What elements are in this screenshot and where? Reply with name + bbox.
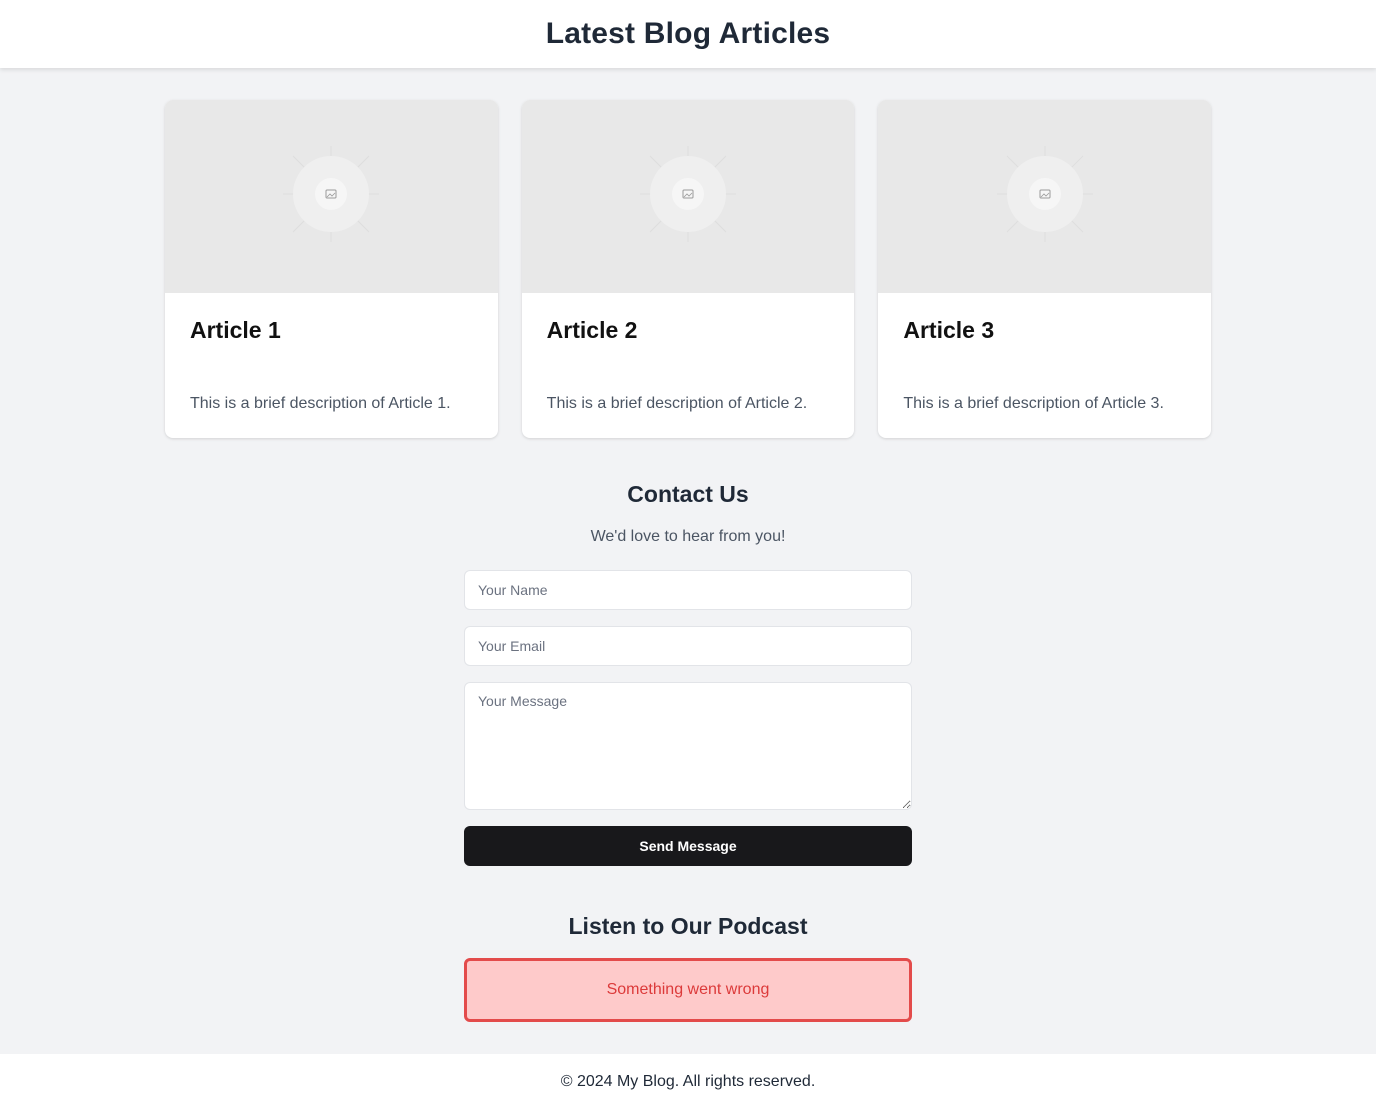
name-field[interactable] bbox=[464, 570, 912, 610]
article-image bbox=[521, 100, 855, 293]
article-title[interactable]: Article 3 bbox=[903, 315, 1186, 387]
article-image bbox=[165, 100, 498, 293]
email-field[interactable] bbox=[464, 626, 912, 666]
site-footer: © 2024 My Blog. All rights reserved. bbox=[0, 1054, 1376, 1110]
site-header: Latest Blog Articles bbox=[0, 0, 1376, 68]
error-alert: Something went wrong bbox=[464, 958, 912, 1022]
page-title: Latest Blog Articles bbox=[545, 17, 831, 50]
podcast-section: Listen to Our Podcast Something went wro… bbox=[464, 908, 912, 1022]
article-description: This is a brief description of Article 1… bbox=[190, 395, 451, 412]
contact-section: Contact Us We'd love to hear from you! S… bbox=[464, 476, 912, 866]
article-body: Article 3 This is a brief description of… bbox=[878, 293, 1211, 413]
send-message-button[interactable]: Send Message bbox=[464, 826, 912, 866]
article-description: This is a brief description of Article 2… bbox=[546, 395, 808, 412]
article-image bbox=[878, 100, 1212, 293]
contact-title: Contact Us bbox=[627, 481, 749, 507]
article-card[interactable]: Article 1 This is a brief description of… bbox=[165, 100, 498, 438]
contact-subtitle: We'd love to hear from you! bbox=[590, 528, 786, 545]
image-placeholder-icon bbox=[640, 146, 736, 247]
copyright-text: © 2024 My Blog. All rights reserved. bbox=[560, 1073, 816, 1090]
article-body: Article 2 This is a brief description of… bbox=[522, 293, 855, 413]
message-field[interactable] bbox=[464, 682, 912, 810]
error-message: Something went wrong bbox=[606, 981, 770, 998]
article-description: This is a brief description of Article 3… bbox=[903, 395, 1164, 412]
article-title[interactable]: Article 1 bbox=[190, 315, 473, 387]
article-card[interactable]: Article 2 This is a brief description of… bbox=[521, 100, 855, 438]
article-title[interactable]: Article 2 bbox=[547, 315, 830, 387]
podcast-title: Listen to Our Podcast bbox=[568, 913, 808, 939]
article-card[interactable]: Article 3 This is a brief description of… bbox=[878, 100, 1212, 438]
image-placeholder-icon bbox=[283, 146, 380, 247]
article-body: Article 1 This is a brief description of… bbox=[165, 293, 498, 413]
image-placeholder-icon bbox=[996, 146, 1093, 247]
articles-grid: Article 1 This is a brief description of… bbox=[165, 100, 1212, 438]
